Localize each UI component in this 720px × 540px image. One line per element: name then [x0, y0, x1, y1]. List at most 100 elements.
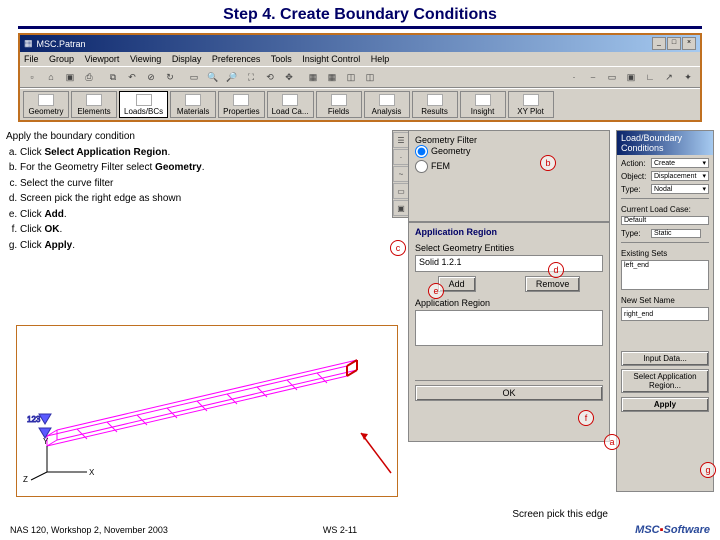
pick-solid-icon[interactable]: ▣: [393, 200, 409, 216]
solid-filter-icon[interactable]: ▣: [622, 68, 640, 86]
type-dropdown[interactable]: Nodal▾: [651, 184, 709, 194]
input-data-button[interactable]: Input Data...: [621, 351, 709, 366]
menu-viewport[interactable]: Viewport: [85, 54, 120, 64]
footer-left: NAS 120, Workshop 2, November 2003: [10, 525, 210, 535]
step-g: Click Apply.: [20, 239, 236, 253]
pick-curve-icon[interactable]: ~: [393, 166, 409, 182]
loads-bc-panel: Load/Boundary Conditions Action:Create▾ …: [616, 130, 714, 492]
menu-insight[interactable]: Insight Control: [302, 54, 360, 64]
remove-button[interactable]: Remove: [525, 276, 581, 292]
lbc-header: Load/Boundary Conditions: [617, 131, 713, 155]
app-region-listbox[interactable]: [415, 310, 603, 346]
pan-icon[interactable]: ✥: [280, 68, 298, 86]
tab-elements[interactable]: Elements: [71, 91, 117, 118]
marker-a: a: [604, 434, 620, 450]
tab-geometry[interactable]: Geometry: [23, 91, 69, 118]
save-icon[interactable]: ▣: [61, 68, 79, 86]
type2-label: Type:: [621, 229, 649, 238]
geom-filter-fem[interactable]: [415, 160, 428, 173]
marker-f: f: [578, 410, 594, 426]
select-application-region-button[interactable]: Select Application Region...: [621, 369, 709, 393]
action-dropdown[interactable]: Create▾: [651, 158, 709, 168]
window-icon[interactable]: ▭: [185, 68, 203, 86]
apply-button[interactable]: Apply: [621, 397, 709, 412]
pick-any-icon[interactable]: ☰: [393, 132, 409, 148]
action-label: Action:: [621, 159, 649, 168]
curve-filter-icon[interactable]: ⎯: [584, 68, 602, 86]
view-yz-icon[interactable]: ▦: [323, 68, 341, 86]
existing-sets-list[interactable]: left_end: [621, 260, 709, 290]
tab-materials[interactable]: Materials: [170, 91, 216, 118]
pick-surface-icon[interactable]: ▭: [393, 183, 409, 199]
marker-d: d: [548, 262, 564, 278]
menu-preferences[interactable]: Preferences: [212, 54, 261, 64]
fit-icon[interactable]: ⛶: [242, 68, 260, 86]
view-iso-icon[interactable]: ◫: [342, 68, 360, 86]
close-button[interactable]: ×: [682, 37, 696, 50]
app-region-header: Application Region: [415, 227, 603, 237]
select-entities-label: Select Geometry Entities: [415, 243, 603, 253]
axis-triad: X Y Z: [37, 442, 97, 484]
geom-filter-geometry[interactable]: [415, 145, 428, 158]
instruction-lead: Apply the boundary condition: [6, 130, 236, 144]
view-xy-icon[interactable]: ▦: [304, 68, 322, 86]
tab-analysis[interactable]: Analysis: [364, 91, 410, 118]
undo-icon[interactable]: ↶: [123, 68, 141, 86]
footer-center: WS 2-11: [210, 525, 470, 535]
step-b: For the Geometry Filter select Geometry.: [20, 161, 236, 175]
zoom-out-icon[interactable]: 🔎: [223, 68, 241, 86]
footer: NAS 120, Workshop 2, November 2003 WS 2-…: [0, 524, 720, 536]
object-dropdown[interactable]: Displacement▾: [651, 171, 709, 181]
menu-display[interactable]: Display: [172, 54, 202, 64]
open-icon[interactable]: ⌂: [42, 68, 60, 86]
menu-viewing[interactable]: Viewing: [130, 54, 161, 64]
print-icon[interactable]: ⎙: [80, 68, 98, 86]
instructions: Apply the boundary condition Click Selec…: [6, 130, 236, 254]
tab-properties[interactable]: Properties: [218, 91, 264, 118]
marker-c: c: [390, 240, 406, 256]
app-icon: ▦: [24, 38, 33, 49]
slide-title: Step 4. Create Boundary Conditions: [18, 0, 702, 29]
menu-group[interactable]: Group: [49, 54, 74, 64]
tab-xyplot[interactable]: XY Plot: [508, 91, 554, 118]
tab-fields[interactable]: Fields: [316, 91, 362, 118]
setname-input[interactable]: right_end: [621, 307, 709, 321]
new-icon[interactable]: ▫: [23, 68, 41, 86]
minimize-button[interactable]: _: [652, 37, 666, 50]
copy-icon[interactable]: ⧉: [104, 68, 122, 86]
tab-loadcase[interactable]: Load Ca...: [267, 91, 314, 118]
model-viewport[interactable]: 123 X Y Z: [16, 325, 398, 497]
rotate-icon[interactable]: ⟲: [261, 68, 279, 86]
surface-filter-icon[interactable]: ▭: [603, 68, 621, 86]
type2-value: Static: [651, 229, 701, 238]
menu-tools[interactable]: Tools: [271, 54, 292, 64]
marker-g: g: [700, 462, 716, 478]
tab-insight[interactable]: Insight: [460, 91, 506, 118]
pick-edge-label: Screen pick this edge: [512, 509, 608, 520]
step-a: Click Select Application Region.: [20, 146, 236, 160]
tab-loads-bcs[interactable]: Loads/BCs: [119, 91, 168, 118]
point-filter-icon[interactable]: ·: [565, 68, 583, 86]
step-c: Select the curve filter: [20, 177, 236, 191]
geom-filter-label: Geometry Filter: [415, 135, 603, 145]
pick-point-icon[interactable]: ·: [393, 149, 409, 165]
zoom-in-icon[interactable]: 🔍: [204, 68, 222, 86]
menu-file[interactable]: File: [24, 54, 39, 64]
menu-help[interactable]: Help: [371, 54, 390, 64]
current-loadcase-field[interactable]: Default: [621, 216, 709, 225]
coord-filter-icon[interactable]: ∟: [641, 68, 659, 86]
tab-results[interactable]: Results: [412, 91, 458, 118]
main-toolbar: Geometry Elements Loads/BCs Materials Pr…: [20, 88, 700, 120]
setname-label: New Set Name: [621, 296, 709, 305]
vector-filter-icon[interactable]: ↗: [660, 68, 678, 86]
view-iso2-icon[interactable]: ◫: [361, 68, 379, 86]
app-region-list-label: Application Region: [415, 298, 603, 308]
wand-icon[interactable]: ✦: [679, 68, 697, 86]
abort-icon[interactable]: ⊘: [142, 68, 160, 86]
select-entities-input[interactable]: Solid 1.2.1: [415, 255, 603, 272]
existing-sets-label: Existing Sets: [621, 249, 709, 258]
ok-button[interactable]: OK: [415, 385, 603, 401]
refresh-icon[interactable]: ↻: [161, 68, 179, 86]
maximize-button[interactable]: □: [667, 37, 681, 50]
app-title: MSC.Patran: [37, 39, 86, 49]
